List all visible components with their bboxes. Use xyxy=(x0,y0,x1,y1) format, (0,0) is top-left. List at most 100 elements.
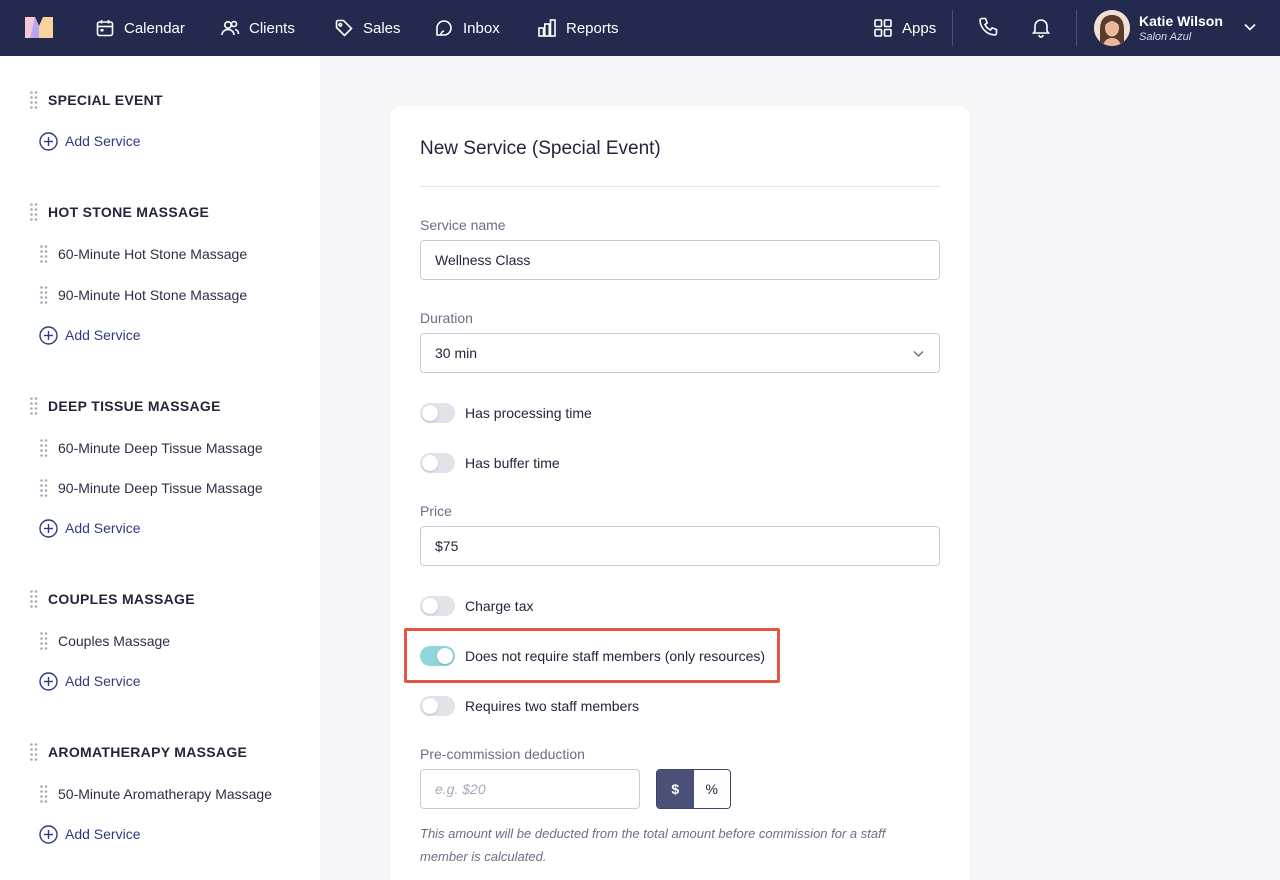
plus-circle-icon xyxy=(39,671,58,691)
service-item[interactable]: 50-Minute Aromatherapy Massage xyxy=(58,786,272,802)
unit-dollar-button[interactable]: $ xyxy=(657,770,694,808)
clients-icon xyxy=(220,18,240,38)
apps-grid-icon xyxy=(873,18,893,38)
category-title: DEEP TISSUE MASSAGE xyxy=(48,398,221,414)
category-title: AROMATHERAPY MASSAGE xyxy=(48,744,248,760)
drag-handle-icon[interactable] xyxy=(40,286,48,304)
add-service-button[interactable]: Add Service xyxy=(39,518,140,538)
drag-handle-icon[interactable] xyxy=(30,203,38,221)
reports-icon xyxy=(537,18,557,38)
price-input[interactable] xyxy=(420,526,940,566)
processing-time-label: Has processing time xyxy=(465,405,592,421)
add-service-label: Add Service xyxy=(65,520,141,536)
nav-divider xyxy=(1076,10,1077,46)
inbox-icon xyxy=(434,18,454,38)
plus-circle-icon xyxy=(39,824,58,844)
charge-tax-label: Charge tax xyxy=(465,598,534,614)
service-name-input[interactable] xyxy=(420,240,940,280)
drag-handle-icon[interactable] xyxy=(40,439,48,457)
service-item[interactable]: Couples Massage xyxy=(58,633,170,649)
drag-handle-icon[interactable] xyxy=(40,632,48,650)
service-item[interactable]: 90-Minute Deep Tissue Massage xyxy=(58,480,263,496)
toggle-knob xyxy=(437,648,453,664)
nav-sales[interactable]: Sales xyxy=(334,0,401,56)
nav-label-clients: Clients xyxy=(249,19,295,37)
nav-divider xyxy=(952,10,953,46)
drag-handle-icon[interactable] xyxy=(30,590,38,608)
add-service-label: Add Service xyxy=(65,673,141,689)
tag-icon xyxy=(334,18,354,38)
deduction-input[interactable] xyxy=(420,769,640,809)
charge-tax-toggle[interactable] xyxy=(420,596,455,616)
form-title: New Service (Special Event) xyxy=(420,138,661,159)
user-name: Katie Wilson xyxy=(1139,13,1223,29)
nav-label-sales: Sales xyxy=(363,19,401,37)
title-divider xyxy=(420,186,940,187)
category-title: SPECIAL EVENT xyxy=(48,92,163,108)
nav-label-apps: Apps xyxy=(902,19,937,37)
no-staff-label: Does not require staff members (only res… xyxy=(465,648,766,664)
plus-circle-icon xyxy=(39,325,58,345)
top-nav-bar: Calendar Clients Sales Inbox Reports App… xyxy=(0,0,1280,56)
no-staff-required-toggle[interactable] xyxy=(420,646,455,666)
unit-percent-button[interactable]: % xyxy=(693,770,730,808)
toggle-knob xyxy=(422,405,438,421)
duration-value: 30 min xyxy=(435,345,478,361)
plus-circle-icon xyxy=(39,518,58,538)
drag-handle-icon[interactable] xyxy=(40,245,48,263)
buffer-time-label: Has buffer time xyxy=(465,455,560,471)
user-salon: Salon Azul xyxy=(1139,31,1192,43)
deduction-label: Pre-commission deduction xyxy=(420,746,585,762)
add-service-label: Add Service xyxy=(65,826,141,842)
nav-clients[interactable]: Clients xyxy=(220,0,295,56)
two-staff-toggle-row: Requires two staff members xyxy=(420,695,639,717)
service-item[interactable]: 60-Minute Hot Stone Massage xyxy=(58,246,247,262)
plus-circle-icon xyxy=(39,131,58,151)
toggle-knob xyxy=(422,598,438,614)
add-service-button[interactable]: Add Service xyxy=(39,131,140,151)
chevron-down-icon[interactable] xyxy=(1243,20,1257,34)
processing-time-toggle[interactable] xyxy=(420,403,455,423)
avatar[interactable] xyxy=(1094,10,1130,46)
two-staff-label: Requires two staff members xyxy=(465,698,640,714)
service-item[interactable]: 60-Minute Deep Tissue Massage xyxy=(58,440,263,456)
bell-icon[interactable] xyxy=(1030,16,1054,40)
nav-reports[interactable]: Reports xyxy=(537,0,619,56)
nav-inbox[interactable]: Inbox xyxy=(434,0,500,56)
service-item[interactable]: 90-Minute Hot Stone Massage xyxy=(58,287,247,303)
add-service-button[interactable]: Add Service xyxy=(39,671,140,691)
drag-handle-icon[interactable] xyxy=(30,397,38,415)
category-title: COUPLES MASSAGE xyxy=(48,591,195,607)
deduction-helper-text: This amount will be deducted from the to… xyxy=(420,826,886,864)
app-logo[interactable] xyxy=(25,17,53,38)
nav-label-inbox: Inbox xyxy=(463,19,500,37)
add-service-button[interactable]: Add Service xyxy=(39,325,140,345)
phone-icon[interactable] xyxy=(977,16,1001,40)
buffer-time-toggle[interactable] xyxy=(420,453,455,473)
price-label: Price xyxy=(420,503,452,519)
buffer-time-toggle-row: Has buffer time xyxy=(420,452,560,474)
category-title: HOT STONE MASSAGE xyxy=(48,204,210,220)
service-name-label: Service name xyxy=(420,217,506,233)
charge-tax-toggle-row: Charge tax xyxy=(420,595,533,617)
drag-handle-icon[interactable] xyxy=(40,479,48,497)
nav-apps[interactable]: Apps xyxy=(873,0,936,56)
calendar-icon xyxy=(95,18,115,38)
drag-handle-icon[interactable] xyxy=(40,785,48,803)
deduction-unit-toggle: $ % xyxy=(656,769,731,809)
add-service-label: Add Service xyxy=(65,133,141,149)
add-service-label: Add Service xyxy=(65,327,141,343)
no-staff-toggle-row: Does not require staff members (only res… xyxy=(420,645,765,667)
drag-handle-icon[interactable] xyxy=(30,91,38,109)
toggle-knob xyxy=(422,698,438,714)
duration-select[interactable]: 30 min xyxy=(420,333,940,373)
nav-label-calendar: Calendar xyxy=(124,19,185,37)
add-service-button[interactable]: Add Service xyxy=(39,824,140,844)
two-staff-toggle[interactable] xyxy=(420,696,455,716)
processing-time-toggle-row: Has processing time xyxy=(420,402,592,424)
nav-label-reports: Reports xyxy=(566,19,619,37)
chevron-down-icon xyxy=(912,347,925,360)
toggle-knob xyxy=(422,455,438,471)
drag-handle-icon[interactable] xyxy=(30,743,38,761)
nav-calendar[interactable]: Calendar xyxy=(95,0,185,56)
